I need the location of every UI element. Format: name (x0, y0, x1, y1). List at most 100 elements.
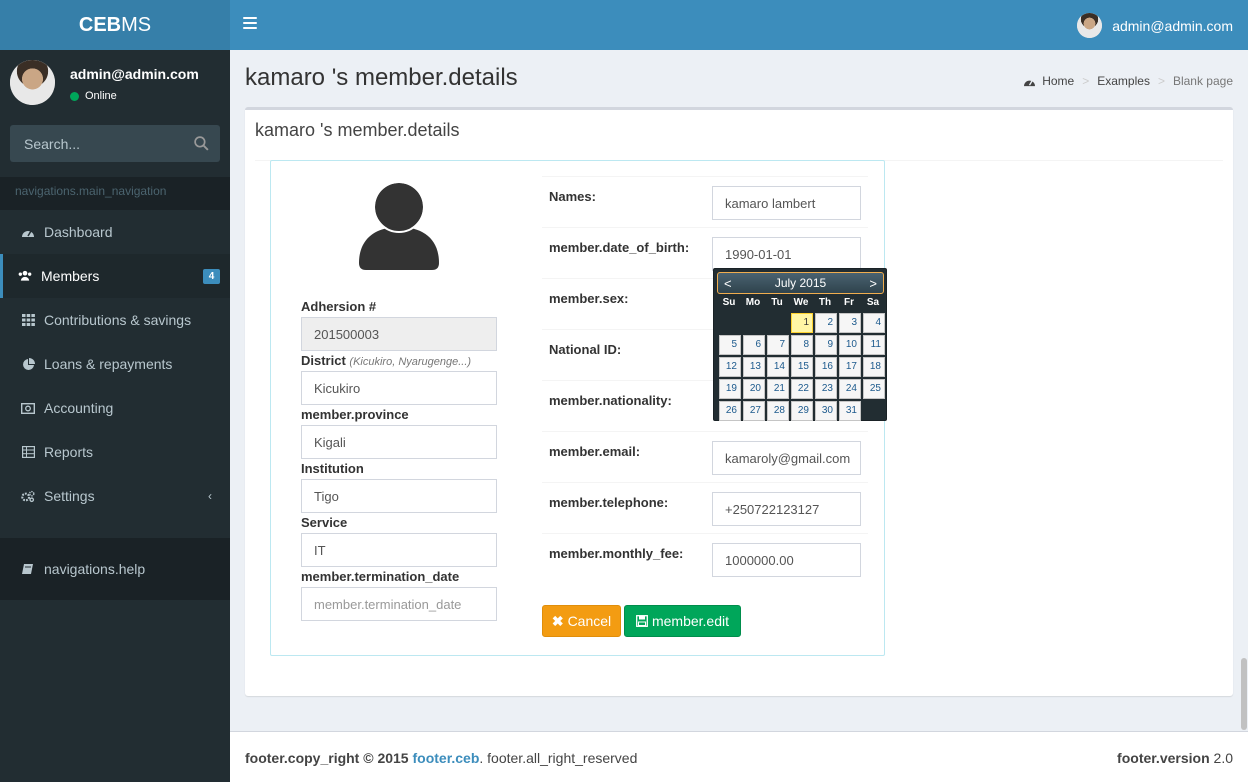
calendar-day[interactable]: 8 (791, 335, 813, 355)
scrollbar[interactable] (1241, 658, 1247, 730)
calendar-day[interactable]: 2 (815, 313, 837, 333)
calendar-day[interactable]: 15 (791, 357, 813, 377)
monthly-fee-field[interactable] (712, 543, 861, 577)
sidebar-item-help[interactable]: navigations.help (0, 547, 230, 591)
box-title: kamaro 's member.details (255, 120, 460, 140)
telephone-field[interactable] (712, 492, 861, 526)
company-link[interactable]: footer.ceb (412, 750, 479, 766)
telephone-label: member.telephone: (549, 495, 669, 510)
sidebar-item-accounting[interactable]: Accounting (0, 386, 230, 430)
district-label: District (Kicukiro, Nyarugenge...) (301, 353, 472, 368)
user-silhouette-icon (359, 183, 439, 270)
sidebar-item-settings[interactable]: Settings ‹ (0, 474, 230, 518)
calendar-day[interactable]: 16 (815, 357, 837, 377)
sidebar-item-contributions[interactable]: Contributions & savings (0, 298, 230, 342)
datepicker: < July 2015 > Su Mo Tu We Th Fr Sa 1 2 3 4 5 6 7 8 9 10… (713, 268, 887, 421)
prev-month-button[interactable]: < (724, 276, 732, 291)
version: footer.version 2.0 (1117, 750, 1233, 766)
calendar-day[interactable]: 9 (815, 335, 837, 355)
names-field[interactable] (712, 186, 861, 220)
email-field[interactable] (712, 441, 861, 475)
user-status: Online (70, 90, 117, 102)
footer: footer.copy_right © 2015 footer.ceb. foo… (230, 731, 1248, 782)
calendar-day[interactable]: 31 (839, 401, 861, 421)
calendar-day[interactable]: 30 (815, 401, 837, 421)
calendar-day[interactable]: 23 (815, 379, 837, 399)
edit-label: member.edit (651, 613, 730, 629)
institution-field[interactable] (301, 479, 497, 513)
termination-date-field[interactable] (301, 587, 497, 621)
calendar-day[interactable]: 18 (863, 357, 885, 377)
calendar-day[interactable]: 25 (863, 379, 885, 399)
logo-rest: MS (121, 14, 152, 36)
avatar (1077, 13, 1103, 38)
cancel-label: Cancel (567, 613, 612, 629)
edit-button[interactable]: member.edit (624, 605, 741, 637)
datepicker-month: July 2015 (774, 276, 827, 290)
calendar-day[interactable]: 1 (791, 313, 813, 333)
calendar-day[interactable]: 19 (719, 379, 741, 399)
search-form (10, 125, 220, 162)
calendar-day[interactable]: 5 (719, 335, 741, 355)
calendar-day[interactable]: 13 (743, 357, 765, 377)
calendar-day[interactable]: 14 (767, 357, 789, 377)
weekday-label: Th (818, 297, 832, 308)
page-title: kamaro 's member.details (245, 64, 518, 91)
calendar-day[interactable]: 4 (863, 313, 885, 333)
adhersion-field[interactable] (301, 317, 497, 351)
calendar-day[interactable]: 29 (791, 401, 813, 421)
cancel-button[interactable]: ✖ Cancel (542, 605, 621, 637)
calendar-day[interactable]: 17 (839, 357, 861, 377)
save-icon (636, 615, 648, 627)
sidebar-item-dashboard[interactable]: Dashboard (0, 210, 230, 254)
close-icon: ✖ (551, 612, 564, 629)
app-logo[interactable]: CEBMS (0, 0, 230, 50)
book-icon (21, 562, 35, 576)
date-of-birth-field[interactable] (712, 237, 861, 271)
calendar-day[interactable]: 7 (767, 335, 789, 355)
district-field[interactable] (301, 371, 497, 405)
cogs-icon (21, 489, 35, 503)
calendar-day[interactable]: 11 (863, 335, 885, 355)
sidebar-item-loans[interactable]: Loans & repayments (0, 342, 230, 386)
calendar-day[interactable]: 6 (743, 335, 765, 355)
sidebar-toggle-icon[interactable] (243, 17, 257, 29)
calendar-day[interactable]: 27 (743, 401, 765, 421)
breadcrumb-home[interactable]: Home (1042, 74, 1074, 88)
weekday-label: Sa (866, 297, 880, 308)
next-month-button[interactable]: > (869, 276, 877, 291)
calendar-day[interactable]: 20 (743, 379, 765, 399)
weekday-label: We (793, 297, 809, 308)
breadcrumb-current: Blank page (1172, 74, 1233, 88)
province-label: member.province (301, 407, 409, 422)
calendar-day[interactable]: 3 (839, 313, 861, 333)
calendar-day[interactable]: 26 (719, 401, 741, 421)
breadcrumb: Home > Examples > Blank page (1023, 74, 1233, 88)
user-menu[interactable]: admin@admin.com (1077, 13, 1233, 38)
search-input[interactable] (10, 125, 185, 162)
search-icon[interactable] (193, 135, 210, 152)
sidebar-item-label: Members (41, 268, 100, 284)
national-id-label: National ID: (549, 342, 622, 357)
calendar-day[interactable]: 24 (839, 379, 861, 399)
calendar-day[interactable]: 21 (767, 379, 789, 399)
calendar-day[interactable]: 22 (791, 379, 813, 399)
sex-label: member.sex: (549, 291, 629, 306)
names-label: Names: (549, 189, 596, 204)
user-name: admin@admin.com (70, 66, 199, 82)
sidebar-item-members[interactable]: Members 4 (0, 254, 230, 298)
calendar-day[interactable]: 12 (719, 357, 741, 377)
service-field[interactable] (301, 533, 497, 567)
province-field[interactable] (301, 425, 497, 459)
help-section: navigations.help (0, 538, 230, 600)
calendar-day[interactable]: 10 (839, 335, 861, 355)
main-menu: Dashboard Members 4 Contributions & savi… (0, 210, 230, 518)
email-label: member.email: (549, 444, 641, 459)
user-panel: admin@admin.com Online (10, 60, 225, 110)
breadcrumb-examples[interactable]: Examples (1097, 74, 1150, 88)
sidebar-item-reports[interactable]: Reports (0, 430, 230, 474)
sidebar-item-label: Accounting (44, 400, 114, 416)
table-row: member.telephone: (542, 482, 868, 533)
weekday-header: Su Mo Tu We Th Fr Sa (717, 297, 885, 308)
calendar-day[interactable]: 28 (767, 401, 789, 421)
